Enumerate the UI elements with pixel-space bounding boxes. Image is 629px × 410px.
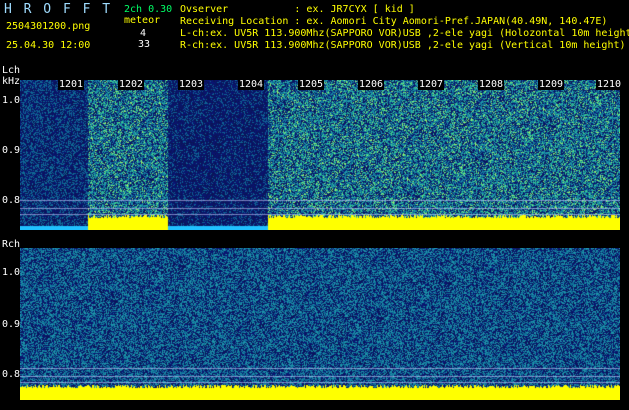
lch-ytick-0.8: 0.8	[2, 195, 21, 206]
location-info: Receiving Location : ex. Aomori City Aom…	[180, 16, 608, 27]
lch-spectrogram	[20, 80, 620, 230]
rch-info: R-ch:ex. UV5R 113.900Mhz(SAPPORO VOR)USB…	[180, 40, 626, 51]
mode-label: 2ch 0.30	[124, 4, 173, 15]
time-label-1205: 1205	[298, 79, 325, 90]
lch-ytick-0.9: 0.9	[2, 145, 21, 156]
rch-ytick-0.9: 0.9	[2, 319, 21, 330]
time-label-1204: 1204	[238, 79, 265, 90]
file-name: 2504301200.png	[6, 21, 91, 32]
time-label-1203: 1203	[178, 79, 205, 90]
time-label-1201: 1201	[58, 79, 85, 90]
time-label-1206: 1206	[358, 79, 385, 90]
rch-spectrogram	[20, 248, 620, 400]
meteor-count-rch: 33	[138, 39, 151, 50]
time-label-1202: 1202	[118, 79, 145, 90]
lch-info: L-ch:ex. UV5R 113.900Mhz(SAPPORO VOR)USB…	[180, 28, 629, 39]
lch-channel-label: Lch	[2, 65, 21, 76]
lch-ytick-1.0: 1.0	[2, 95, 21, 106]
meteor-label: meteor	[124, 15, 161, 26]
rch-channel-label: Rch	[2, 239, 21, 250]
app-title: H R O F F T	[4, 2, 113, 17]
time-label-1208: 1208	[478, 79, 505, 90]
time-label-1209: 1209	[538, 79, 565, 90]
date-time: 25.04.30 12:00	[6, 40, 91, 51]
rch-ytick-1.0: 1.0	[2, 267, 21, 278]
observer-info: Ovserver : ex. JR7CYX [ kid ]	[180, 4, 415, 15]
time-label-1210: 1210	[596, 79, 623, 90]
meteor-count-lch: 4	[140, 28, 147, 39]
time-label-1207: 1207	[418, 79, 445, 90]
rch-ytick-0.8: 0.8	[2, 369, 21, 380]
lch-unit-label: kHz	[2, 76, 21, 87]
